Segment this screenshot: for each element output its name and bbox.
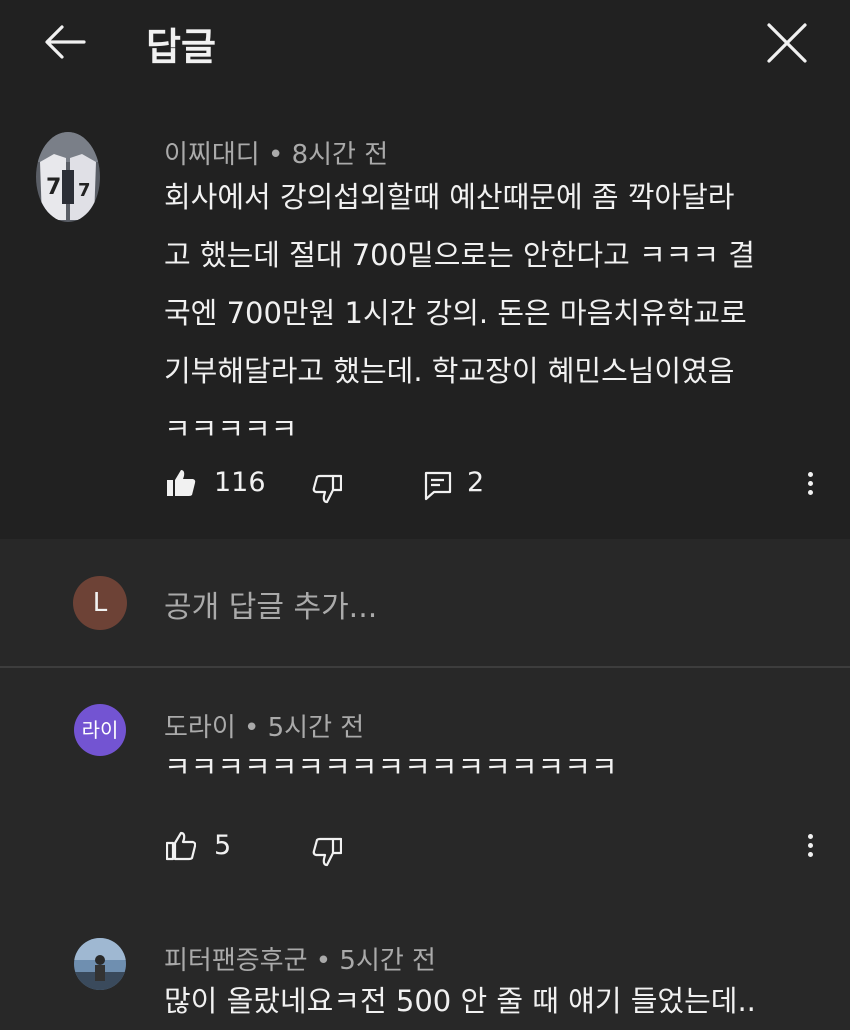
back-button[interactable] <box>40 22 90 62</box>
dislike-button[interactable] <box>312 837 343 871</box>
like-button[interactable] <box>166 468 196 502</box>
thumbs-up-filled-icon <box>167 470 196 496</box>
like-count: 116 <box>214 467 266 498</box>
avatar[interactable]: 라이 <box>74 704 126 756</box>
close-icon <box>767 23 807 63</box>
divider <box>0 666 850 668</box>
timestamp: 8시간 전 <box>291 140 389 170</box>
avatar[interactable]: 7 7 <box>36 132 100 222</box>
meta-separator: • <box>267 140 292 170</box>
reply-button[interactable] <box>424 471 452 505</box>
reply-count: 2 <box>467 467 485 498</box>
more-options-button[interactable] <box>800 468 820 504</box>
like-count: 5 <box>214 830 232 861</box>
comment-icon <box>424 471 452 501</box>
reply-text: ㅋㅋㅋㅋㅋㅋㅋㅋㅋㅋㅋㅋㅋㅋㅋㅋㅋ <box>164 750 618 784</box>
close-button[interactable] <box>764 20 810 66</box>
thumbs-up-icon <box>165 831 197 861</box>
thumbs-down-icon <box>312 837 343 867</box>
comment-text: 회사에서 강의섭외할때 예산때문에 좀 깍아달라 고 했는데 절대 700밑으로… <box>164 180 755 446</box>
svg-text:7: 7 <box>78 180 91 201</box>
reply-input[interactable]: 공개 답글 추가... <box>164 582 377 626</box>
top-bar: 답글 <box>0 0 850 96</box>
like-button[interactable] <box>165 831 197 865</box>
more-vert-icon <box>807 834 813 839</box>
avatar[interactable] <box>74 938 126 990</box>
reply-text: 많이 올랐네요ㅋ전 500 안 줄 때 얘기 들었는데.. <box>164 984 756 1018</box>
more-vert-icon <box>807 472 813 477</box>
profile-photo-icon <box>74 938 126 990</box>
svg-text:7: 7 <box>46 175 61 200</box>
thumbs-down-icon <box>312 474 343 504</box>
page-title: 답글 <box>146 25 216 69</box>
dislike-button[interactable] <box>312 474 343 508</box>
add-reply-row <box>0 539 850 666</box>
author-name[interactable]: 이찌대디 <box>164 140 260 170</box>
jersey-photo-icon: 7 7 <box>36 132 100 222</box>
more-options-button[interactable] <box>800 830 820 866</box>
comment-meta: 이찌대디 • 8시간 전 <box>164 134 388 171</box>
arrow-left-icon <box>45 25 86 59</box>
user-avatar[interactable]: L <box>73 576 127 630</box>
